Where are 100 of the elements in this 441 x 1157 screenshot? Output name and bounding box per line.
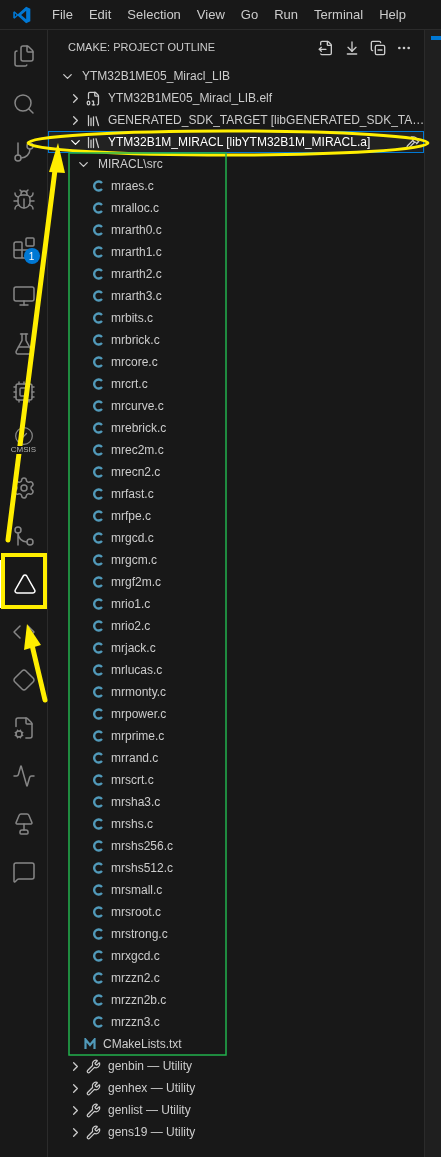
menu-item[interactable]: Help [371, 4, 414, 25]
tree-item[interactable]: mrprime.c [48, 725, 424, 747]
tree-item[interactable]: mrfast.c [48, 483, 424, 505]
c-file-icon [92, 642, 104, 654]
tree-item[interactable]: genlist — Utility [48, 1099, 424, 1121]
tree-item[interactable]: mrshs512.c [48, 857, 424, 879]
books-icon [86, 134, 101, 150]
tree-item-label: mrbrick.c [111, 332, 160, 349]
tree-item-label: GENERATED_SDK_TARGET [libGENERATED_SDK_TA… [108, 112, 425, 129]
tree-item[interactable]: mrlucas.c [48, 659, 424, 681]
tree-item[interactable]: genhex — Utility [48, 1077, 424, 1099]
tree-item[interactable]: mrbrick.c [48, 329, 424, 351]
tree-item-label: mrzzn2.c [111, 970, 160, 987]
tree-item-label: mrarth0.c [111, 222, 162, 239]
tree-item-label: mrrand.c [111, 750, 159, 767]
c-file-icon [92, 202, 104, 214]
export-icon[interactable] [318, 39, 334, 56]
tree-item-label: mrcurve.c [111, 398, 164, 415]
tree-item[interactable]: mrarth2.c [48, 263, 424, 285]
tree-item[interactable]: mrcrt.c [48, 373, 424, 395]
c-file-icon [92, 356, 104, 368]
tree-item[interactable]: GENERATED_SDK_TARGET [libGENERATED_SDK_TA… [48, 109, 424, 131]
menu-item[interactable]: Terminal [306, 4, 372, 25]
c-file-icon [92, 598, 104, 610]
tree-item[interactable]: mrsha3.c [48, 791, 424, 813]
tree-item[interactable]: mralloc.c [48, 197, 424, 219]
tree-item[interactable]: gens19 — Utility [48, 1121, 424, 1143]
tree-item[interactable]: mrzzn2b.c [48, 989, 424, 1011]
tree-item-label: mrxgcd.c [111, 948, 160, 965]
menu-item[interactable]: Selection [119, 4, 189, 25]
c-file-icon [92, 994, 104, 1006]
tree-item[interactable]: mrstrong.c [48, 923, 424, 945]
tree-item-label: mrfpe.c [111, 508, 151, 525]
tree-item[interactable]: YTM32B1ME05_Miracl_LIB.elf [48, 87, 424, 109]
tree-item-label: mrzzn2b.c [111, 992, 167, 1009]
tree-item[interactable]: YTM32B1ME05_Miracl_LIB [48, 65, 424, 87]
tree-item[interactable]: mrarth0.c [48, 219, 424, 241]
c-file-icon [92, 554, 104, 566]
c-file-icon [92, 818, 104, 830]
tree-item[interactable]: mrcore.c [48, 351, 424, 373]
tree-item[interactable]: mrzzn2.c [48, 967, 424, 989]
tree-item[interactable]: mrio1.c [48, 593, 424, 615]
tree-item[interactable]: mrsmall.c [48, 879, 424, 901]
c-file-icon [92, 488, 104, 500]
tree-item[interactable]: mrarth3.c [48, 285, 424, 307]
chat-icon [11, 860, 36, 884]
tree-item[interactable]: mrshs256.c [48, 835, 424, 857]
tree-item-label: gens19 — Utility [108, 1124, 196, 1141]
menu-item[interactable]: Run [266, 4, 306, 25]
tree-item[interactable]: mrfpe.c [48, 505, 424, 527]
tree-item[interactable]: mrrand.c [48, 747, 424, 769]
menu-item[interactable]: File [44, 4, 81, 25]
tree-item[interactable]: mrmonty.c [48, 681, 424, 703]
tree-item[interactable]: mrecn2.c [48, 461, 424, 483]
download-icon[interactable] [344, 39, 360, 56]
tree-item-label: mrarth1.c [111, 244, 162, 261]
collapse-all-icon[interactable] [370, 39, 386, 56]
tree-item-label: mrarth3.c [111, 288, 162, 305]
tree-item[interactable]: mraes.c [48, 175, 424, 197]
tree-item[interactable]: mrec2m.c [48, 439, 424, 461]
tree-item[interactable]: MIRACL\src [48, 153, 424, 175]
activity-bar-item[interactable]: 1 [0, 224, 48, 272]
tree-item[interactable]: mrgcm.c [48, 549, 424, 571]
c-file-icon [92, 730, 104, 742]
tree-item-label: mrecn2.c [111, 464, 161, 481]
c-file-icon [92, 422, 104, 434]
tree-item[interactable]: mrshs.c [48, 813, 424, 835]
tree-item[interactable]: mrzzn3.c [48, 1011, 424, 1033]
files-icon [11, 44, 36, 68]
menu-item[interactable]: Go [232, 4, 267, 25]
tree-item[interactable]: CMakeLists.txt [48, 1033, 424, 1055]
wave-icon [11, 764, 36, 788]
tree-item-label: genbin — Utility [108, 1058, 193, 1075]
tree-item[interactable]: mrscrt.c [48, 769, 424, 791]
tree-item[interactable]: mrgf2m.c [48, 571, 424, 593]
tree-item[interactable]: mrsroot.c [48, 901, 424, 923]
cmake-file-icon [84, 1038, 96, 1050]
tree-item-label: mralloc.c [111, 200, 159, 217]
c-file-icon [92, 752, 104, 764]
menu-item[interactable]: Edit [80, 4, 120, 25]
tree-item[interactable]: mrcurve.c [48, 395, 424, 417]
tree-item-label: mrgcm.c [111, 552, 157, 569]
c-file-icon [92, 400, 104, 412]
tree-item[interactable]: mrxgcd.c [48, 945, 424, 967]
menu-item[interactable]: View [188, 4, 233, 25]
tree-item[interactable]: mrio2.c [48, 615, 424, 637]
c-file-icon [92, 466, 104, 478]
tree-item[interactable]: mrjack.c [48, 637, 424, 659]
tree-item[interactable]: genbin — Utility [48, 1055, 424, 1077]
activity-bar-item[interactable]: CMSIS [0, 416, 48, 464]
tree-item[interactable]: mrgcd.c [48, 527, 424, 549]
tree-item-label: mrmonty.c [111, 684, 167, 701]
tree-item[interactable]: mrbits.c [48, 307, 424, 329]
wrench-icon [86, 1080, 101, 1096]
tree-item[interactable]: mrebrick.c [48, 417, 424, 439]
merge-icon [11, 524, 36, 548]
tree-item[interactable]: mrarth1.c [48, 241, 424, 263]
c-file-icon [92, 576, 104, 588]
tree-item[interactable]: mrpower.c [48, 703, 424, 725]
chip-icon [11, 380, 36, 404]
